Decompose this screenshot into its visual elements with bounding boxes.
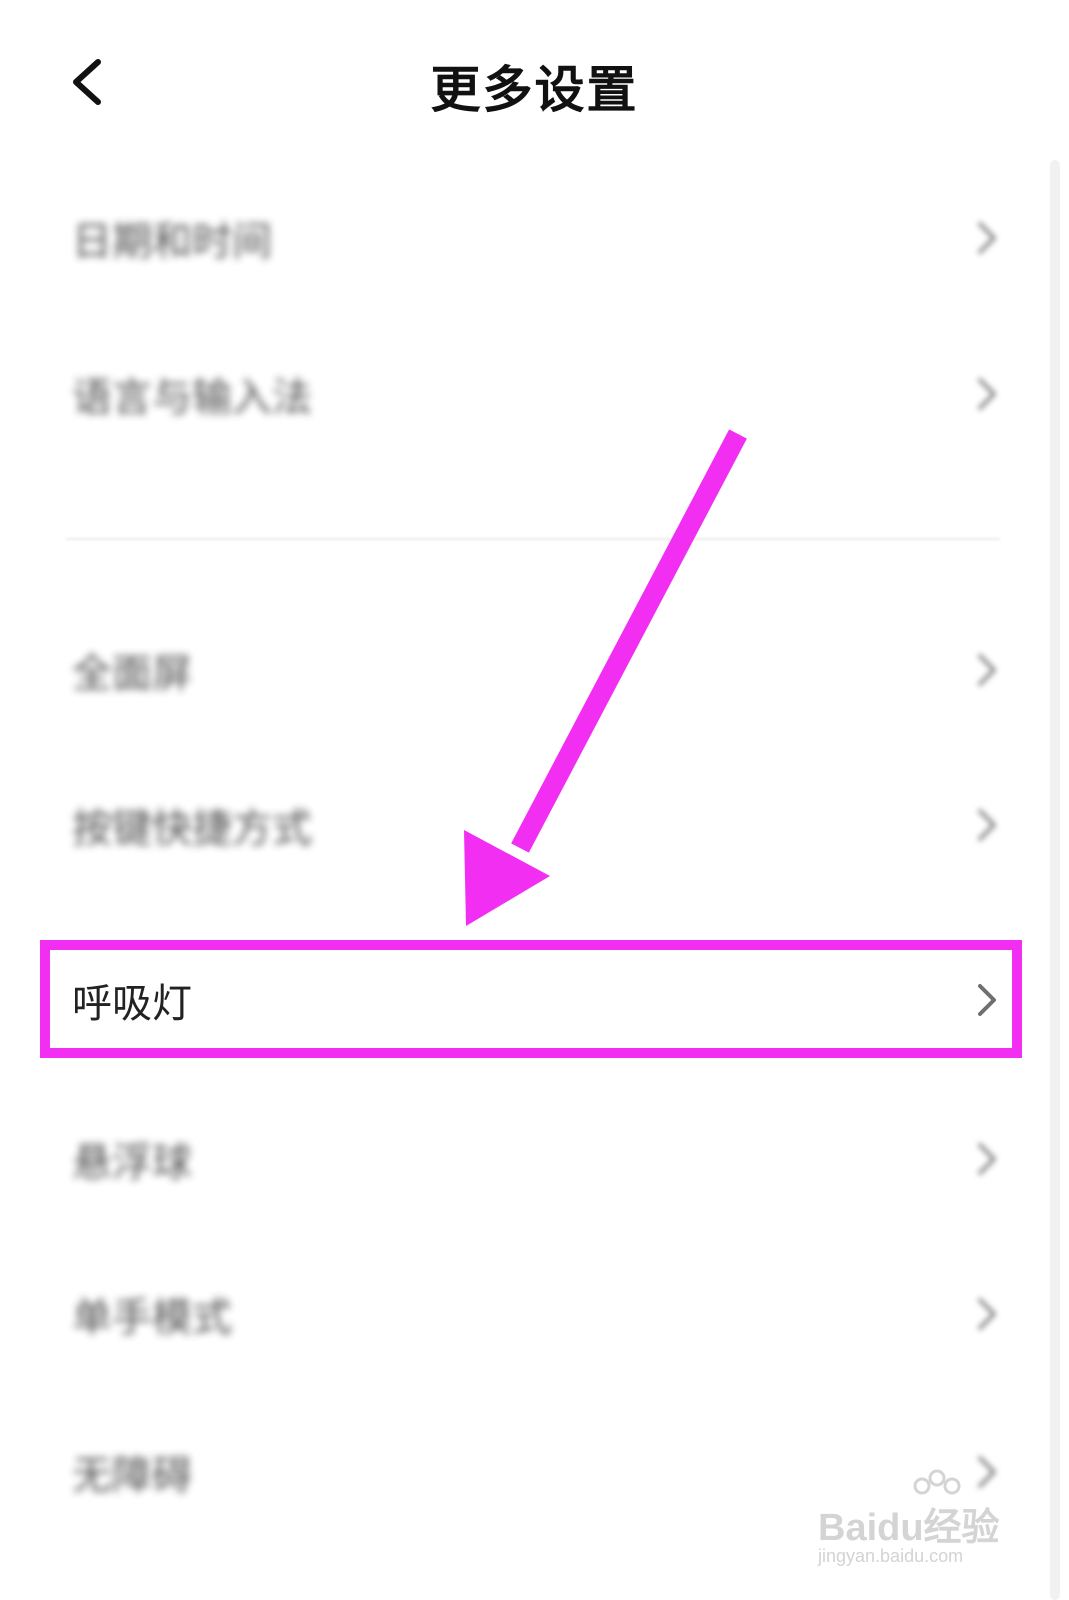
chevron-right-icon: [978, 1298, 996, 1330]
settings-item-floating-ball[interactable]: 悬浮球: [0, 1099, 1040, 1219]
settings-item-one-hand-mode[interactable]: 单手模式: [0, 1254, 1040, 1374]
scrollbar[interactable]: [1050, 160, 1060, 1600]
settings-item-label: 语言与输入法: [72, 375, 312, 421]
watermark: Baidu经验 jingyan.baidu.com: [812, 1469, 1012, 1574]
settings-item-label: 日期和时间: [72, 219, 272, 265]
chevron-right-icon: [978, 654, 996, 686]
page-title: 更多设置: [430, 61, 639, 119]
settings-item-label: 悬浮球: [72, 1140, 192, 1186]
settings-item-full-screen[interactable]: 全面屏: [0, 610, 1040, 730]
settings-item-date-time[interactable]: 日期和时间: [0, 178, 1040, 298]
settings-item-label: 单手模式: [72, 1295, 232, 1341]
settings-item-key-shortcuts[interactable]: 按键快捷方式: [0, 765, 1040, 885]
chevron-right-icon: [978, 984, 996, 1016]
top-bar: 更多设置: [0, 0, 1069, 170]
chevron-right-icon: [978, 378, 996, 410]
settings-item-label: 全面屏: [72, 651, 192, 697]
chevron-right-icon: [978, 809, 996, 841]
settings-item-language-input[interactable]: 语言与输入法: [0, 334, 1040, 454]
chevron-right-icon: [978, 222, 996, 254]
settings-item-breathing-light[interactable]: 呼吸灯: [0, 940, 1040, 1060]
watermark-url: jingyan.baidu.com: [818, 1546, 964, 1566]
watermark-brand: Baidu经验: [818, 1507, 1000, 1549]
chevron-right-icon: [978, 1143, 996, 1175]
settings-item-label: 呼吸灯: [72, 981, 192, 1027]
section-divider: [66, 538, 1000, 540]
settings-item-label: 按键快捷方式: [72, 806, 312, 852]
settings-item-label: 无障碍: [72, 1453, 192, 1499]
